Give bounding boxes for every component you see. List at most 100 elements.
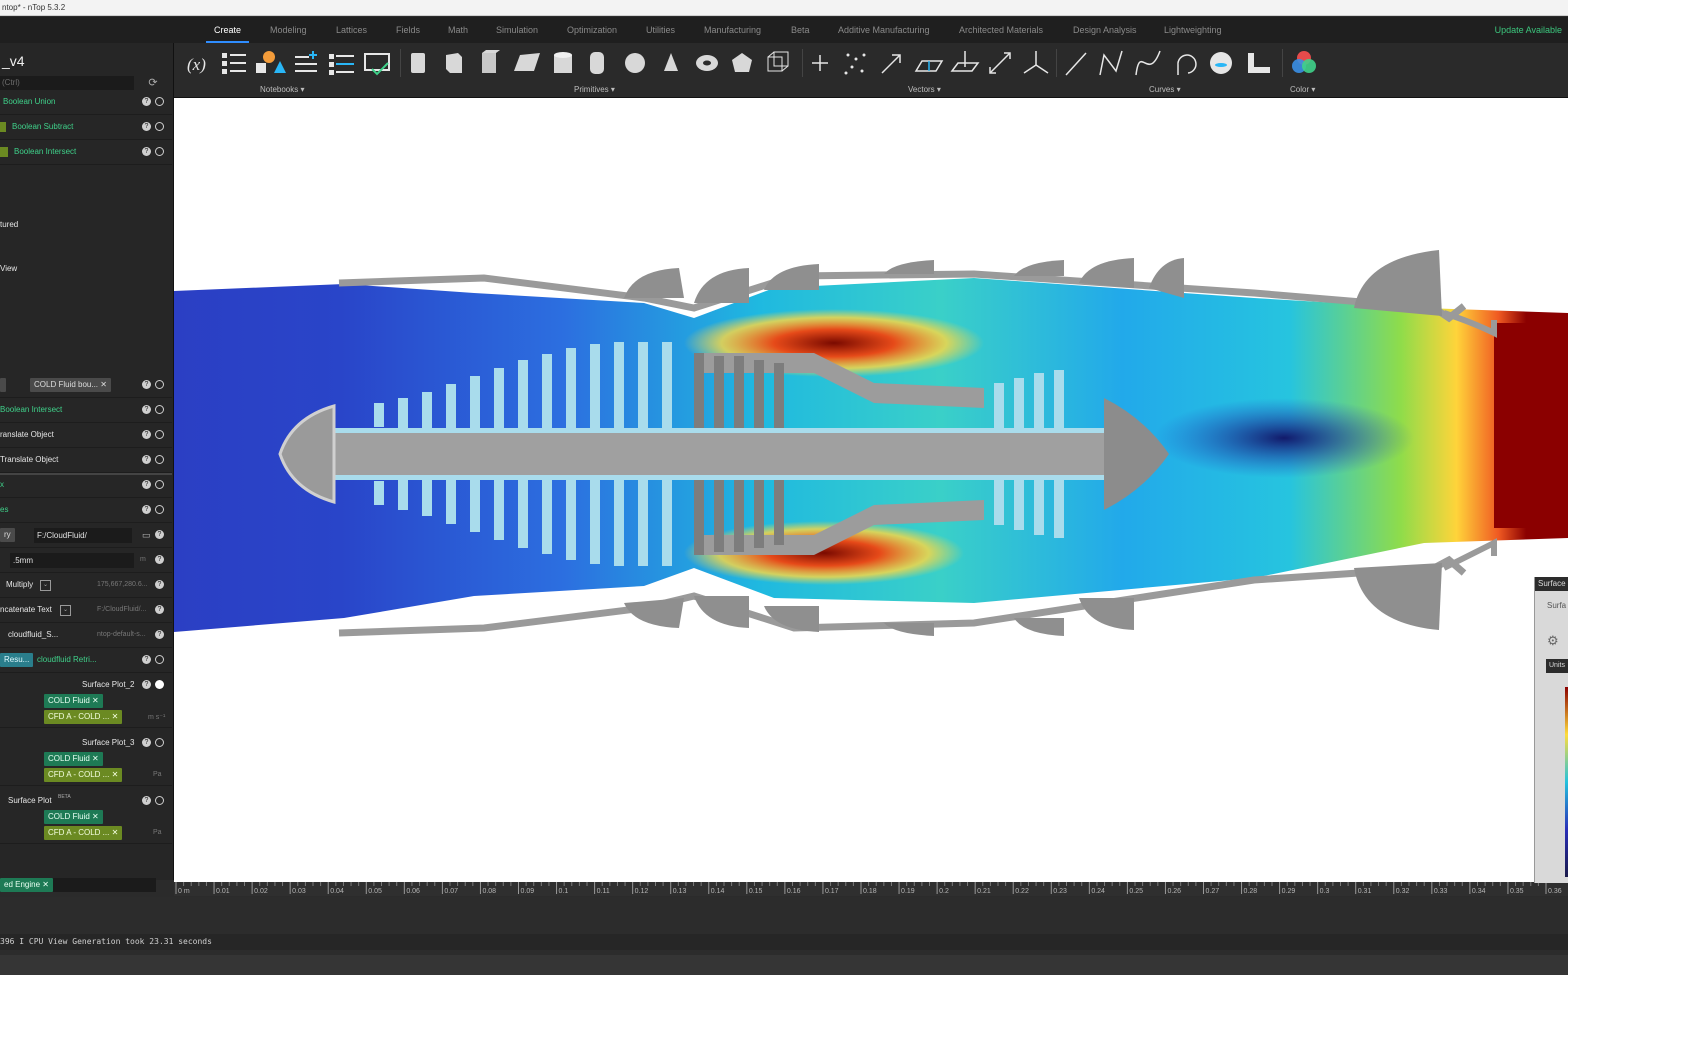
help-icon[interactable]: ? (142, 738, 151, 747)
help-icon[interactable]: ? (142, 480, 151, 489)
visibility-icon[interactable] (155, 738, 164, 747)
polyline-icon[interactable] (1099, 50, 1123, 76)
cone-primitive-icon[interactable] (664, 53, 678, 71)
frame-icon[interactable] (950, 51, 980, 72)
help-icon[interactable]: ? (155, 555, 164, 564)
directory-field[interactable]: F:/CloudFluid/ (34, 528, 132, 543)
list-icon[interactable] (222, 53, 246, 74)
circle-icon[interactable] (1210, 52, 1232, 74)
notebook-row[interactable]: x ? (0, 475, 172, 498)
tab-math[interactable]: Math (448, 17, 468, 43)
help-icon[interactable]: ? (142, 505, 151, 514)
polygon-primitive-icon[interactable] (732, 53, 752, 72)
help-icon[interactable]: ? (155, 605, 164, 614)
notebook-row[interactable]: Boolean Subtract ? (0, 117, 172, 140)
visibility-icon[interactable] (155, 796, 164, 805)
color-group-label[interactable]: Color ▾ (1290, 85, 1315, 94)
section-header[interactable]: View (0, 259, 172, 281)
tab-design-analysis[interactable]: Design Analysis (1073, 17, 1137, 43)
plane-icon[interactable] (914, 60, 944, 72)
tab-modeling[interactable]: Modeling (270, 17, 307, 43)
tab-architected-materials[interactable]: Architected Materials (959, 17, 1043, 43)
plane-primitive-icon[interactable] (514, 53, 540, 71)
axes-icon[interactable] (1023, 51, 1049, 74)
notebook-row[interactable]: Resu... cloudfluid Retri... ? (0, 650, 172, 673)
notebook-row[interactable]: Multiply ⌄ 175,667,280.6... ? (0, 575, 172, 598)
prism-primitive-icon[interactable] (482, 50, 500, 73)
primitives-group-label[interactable]: Primitives ▾ (574, 85, 615, 94)
input-chip[interactable]: CFD A - COLD ... ✕ (44, 768, 123, 782)
notebook-row[interactable]: ncatenate Text ⌄ F:/CloudFluid/... ? (0, 600, 172, 623)
notebook-tab[interactable]: ed Engine ✕ (0, 878, 53, 892)
help-icon[interactable]: ? (142, 122, 151, 131)
visibility-icon[interactable] (155, 680, 164, 689)
help-icon[interactable]: ? (142, 796, 151, 805)
help-icon[interactable]: ? (142, 147, 151, 156)
tab-manufacturing[interactable]: Manufacturing (704, 17, 761, 43)
add-list-icon[interactable] (295, 51, 317, 72)
notebook-search-input[interactable]: (Ctrl) (0, 76, 134, 90)
notebook-input-row[interactable]: COLD Fluid ✕ (0, 693, 172, 709)
notebook-row[interactable]: Boolean Intersect ? (0, 400, 172, 423)
notebook-row[interactable]: ranslate Object ? (0, 425, 172, 448)
arc-icon[interactable] (1177, 54, 1197, 75)
help-icon[interactable]: ? (142, 455, 151, 464)
help-icon[interactable]: ? (155, 630, 164, 639)
notebook-row[interactable]: Boolean Union ? (0, 92, 172, 115)
input-chip[interactable]: COLD Fluid ✕ (44, 752, 103, 766)
vector-icon[interactable] (881, 54, 901, 74)
tab-utilities[interactable]: Utilities (646, 17, 675, 43)
chevron-down-icon[interactable]: ⌄ (60, 605, 71, 616)
notebook-row[interactable]: cloudfluid_S... ntop-default-s... ? (0, 625, 172, 648)
help-icon[interactable]: ? (142, 380, 151, 389)
tab-lattices[interactable]: Lattices (336, 17, 367, 43)
notebooks-group-label[interactable]: Notebooks ▾ (260, 85, 305, 94)
torus-primitive-icon[interactable] (696, 55, 718, 71)
notebook-row[interactable]: ry F:/CloudFluid/ ▭ ? (0, 525, 172, 548)
help-icon[interactable]: ? (155, 530, 164, 539)
notebook-row[interactable]: Translate Object ? (0, 450, 172, 473)
checklist-icon[interactable] (364, 53, 390, 76)
tab-lightweighting[interactable]: Lightweighting (1164, 17, 1222, 43)
profile-icon[interactable] (1248, 53, 1270, 73)
point-icon[interactable] (812, 55, 828, 71)
sphere-primitive-icon[interactable] (625, 53, 645, 73)
visibility-icon[interactable] (155, 97, 164, 106)
visibility-icon[interactable] (155, 147, 164, 156)
notebook-input-row[interactable]: COLD Fluid ✕ (0, 809, 172, 825)
point-cloud-icon[interactable] (844, 53, 866, 75)
length-field[interactable]: .5mm (10, 553, 134, 568)
input-chip[interactable]: COLD Fluid bou... ✕ (30, 378, 111, 392)
help-icon[interactable]: ? (142, 405, 151, 414)
box-primitive-icon[interactable] (411, 53, 425, 73)
section-header[interactable]: tured (0, 215, 172, 237)
distance-icon[interactable] (989, 52, 1011, 74)
visibility-icon[interactable] (155, 505, 164, 514)
help-icon[interactable]: ? (142, 97, 151, 106)
color-icon[interactable] (1292, 51, 1316, 73)
gear-icon[interactable]: ⚙ (1547, 633, 1559, 649)
cylinder-primitive-icon[interactable] (554, 52, 572, 73)
notebook-row[interactable]: es ? (0, 500, 172, 523)
visibility-icon[interactable] (155, 430, 164, 439)
folder-icon[interactable]: ▭ (142, 530, 151, 541)
update-available-link[interactable]: Update Available (1495, 17, 1562, 43)
refresh-icon[interactable]: ⟳ (146, 76, 160, 90)
input-chip[interactable]: COLD Fluid ✕ (44, 694, 103, 708)
cfd-surface-plot[interactable] (174, 98, 1568, 882)
tab-additive-manufacturing[interactable]: Additive Manufacturing (838, 17, 930, 43)
tab-fields[interactable]: Fields (396, 17, 420, 43)
tab-simulation[interactable]: Simulation (496, 17, 538, 43)
notebook-row[interactable]: .5mm m ? (0, 550, 172, 573)
3d-viewport[interactable] (174, 98, 1568, 882)
visibility-icon[interactable] (155, 122, 164, 131)
legend-units-button[interactable]: Units (1546, 659, 1568, 673)
variable-icon[interactable]: (x) (187, 55, 206, 74)
visibility-icon[interactable] (155, 455, 164, 464)
help-icon[interactable]: ? (142, 430, 151, 439)
numbered-list-icon[interactable] (329, 54, 354, 75)
tab-optimization[interactable]: Optimization (567, 17, 617, 43)
wire-cube-icon[interactable] (767, 51, 789, 72)
cube-primitive-icon[interactable] (446, 53, 462, 73)
input-chip[interactable]: CFD A - COLD ... ✕ (44, 710, 123, 724)
